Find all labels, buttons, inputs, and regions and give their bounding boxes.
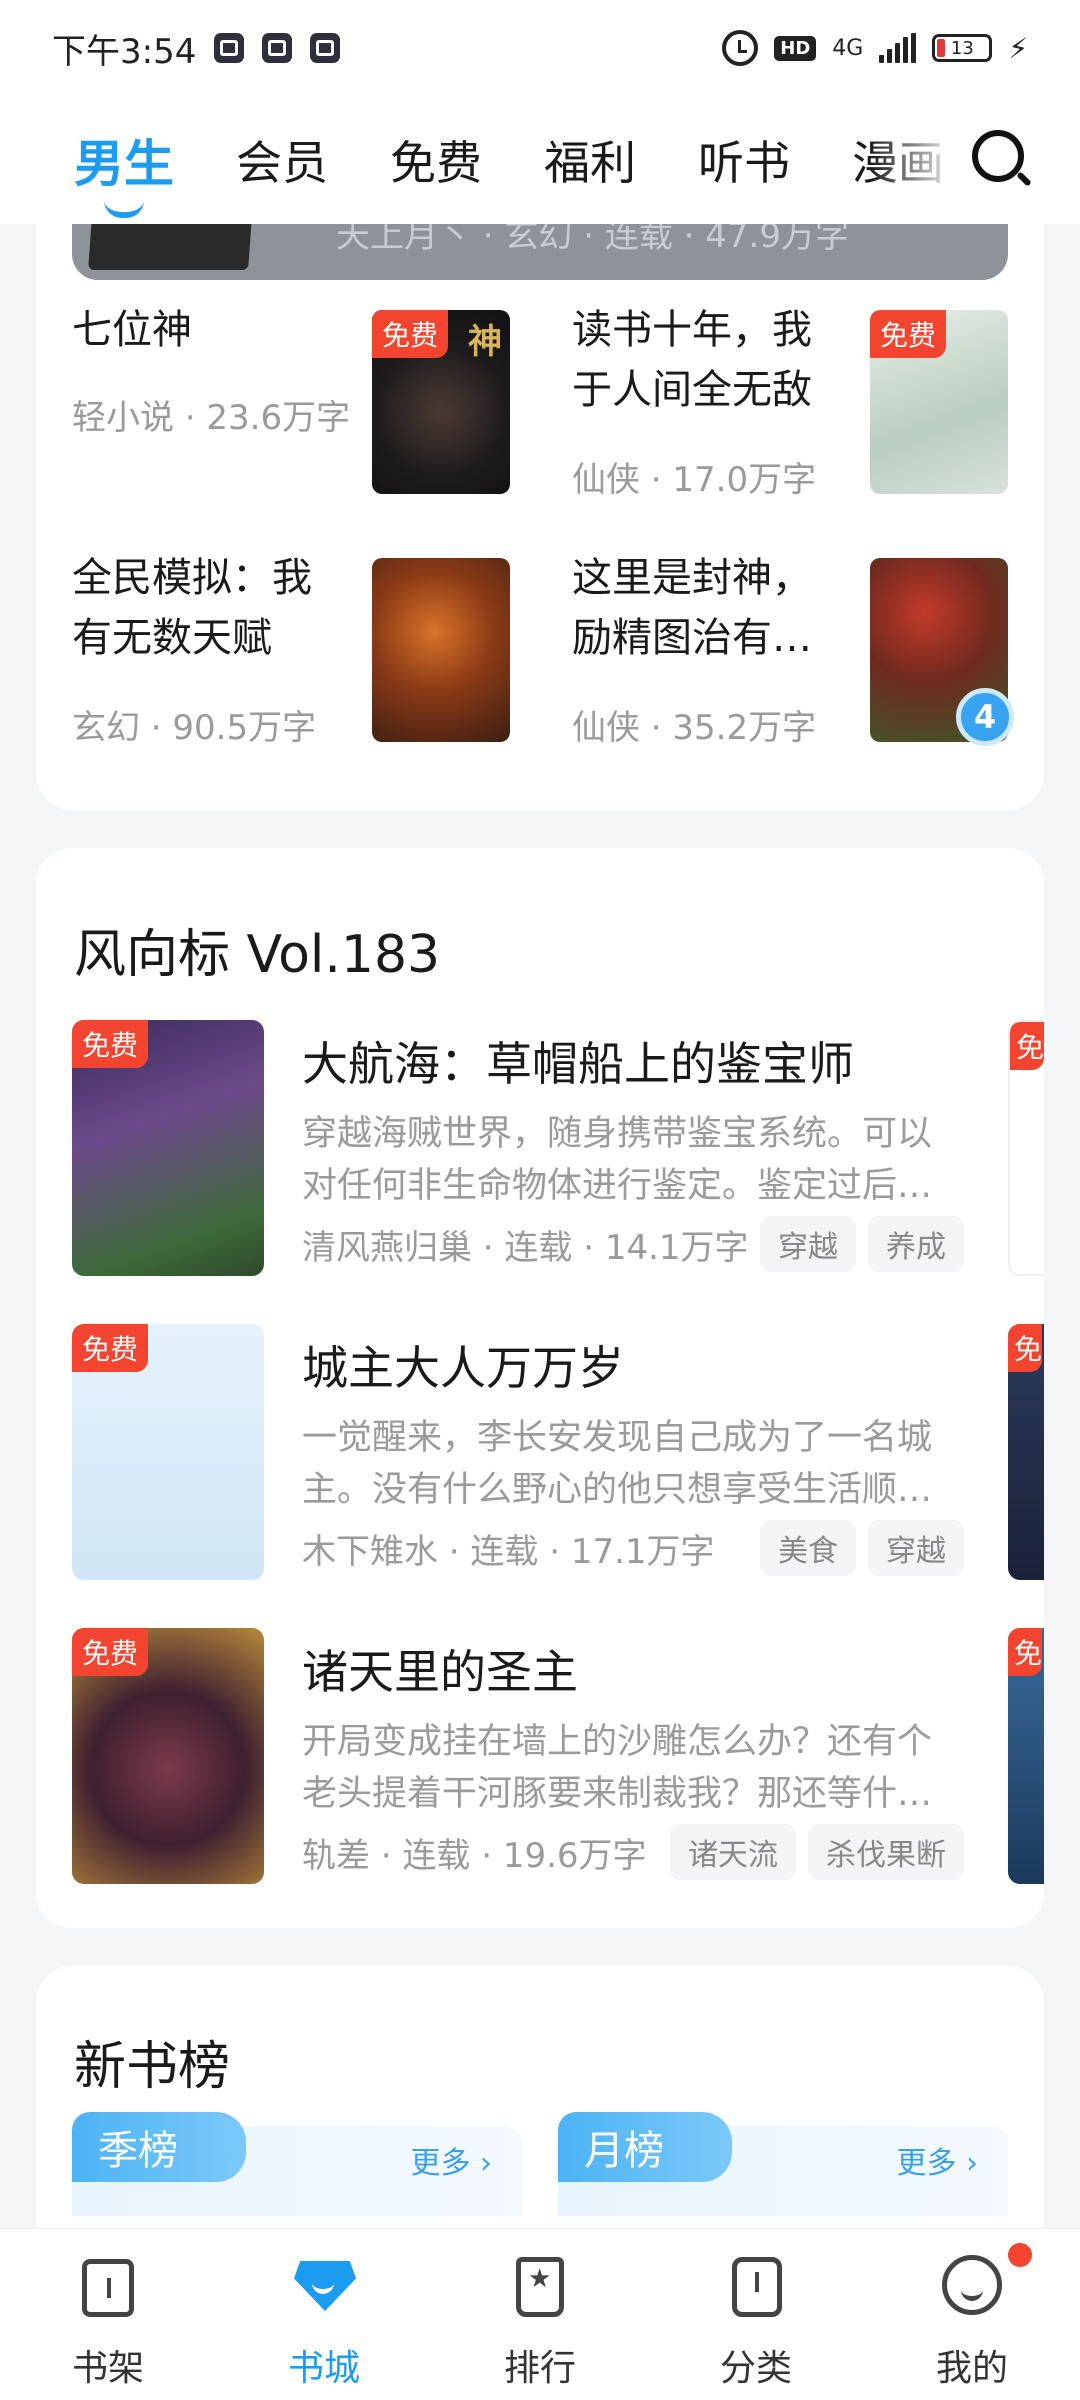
tab-audiobook[interactable]: 听书 xyxy=(698,127,790,193)
nav-label: 书城 xyxy=(287,2348,360,2389)
book-meta: 木下雉水 · 连载 · 17.1万字 xyxy=(302,1532,715,1572)
book-meta: 轻小说 · 23.6万字 xyxy=(72,398,351,438)
section-title: 新书榜 xyxy=(74,2037,231,2097)
bookshelf-icon xyxy=(76,2253,140,2317)
book-description: 开局变成挂在墙上的沙雕怎么办？还有个老头提着干河豚要来制裁我？那还等什… xyxy=(302,1722,933,1814)
nav-label: 我的 xyxy=(935,2348,1008,2389)
season-board[interactable]: 季榜 更多 › xyxy=(72,2112,522,2216)
nav-label: 书架 xyxy=(71,2348,144,2389)
status-bar: 下午3:54 HD 4G 13 ⚡ xyxy=(0,0,1080,96)
hd-icon: HD xyxy=(774,35,817,61)
month-board[interactable]: 月榜 更多 › xyxy=(558,2112,1008,2216)
notification-dot xyxy=(1008,2243,1032,2267)
next-book-cover[interactable]: 免 xyxy=(1008,1020,1044,1276)
section-title: 风向标 Vol.183 xyxy=(74,925,441,985)
book-description: 穿越海贼世界，随身携带鉴宝系统。可以对任何非生命物体进行鉴定。鉴定过后，生… xyxy=(302,1114,933,1206)
tab-vip[interactable]: 会员 xyxy=(236,127,328,193)
app-notification-icon xyxy=(262,33,293,63)
book-title: 这里是封神，励精图治有… xyxy=(572,555,812,661)
tag[interactable]: 杀伐果断 xyxy=(808,1824,964,1880)
book-cover[interactable]: 免费 xyxy=(870,310,1008,494)
book-cover[interactable] xyxy=(372,558,510,742)
tab-male[interactable]: 男生 xyxy=(74,124,174,196)
count-badge: 4 xyxy=(956,688,1014,746)
board-label: 月榜 xyxy=(558,2112,732,2182)
book-title: 全民模拟：我有无数天赋 xyxy=(72,555,312,661)
nav-ranking[interactable]: 排行 xyxy=(432,2229,648,2400)
signal-icon xyxy=(879,33,917,63)
book-title: 城主大人万万岁 xyxy=(302,1341,624,1395)
nav-bookshelf[interactable]: 书架 xyxy=(0,2229,216,2400)
tab-free[interactable]: 免费 xyxy=(390,127,482,193)
tag[interactable]: 养成 xyxy=(868,1216,964,1272)
list-item[interactable]: 免费 诸天里的圣主 开局变成挂在墙上的沙雕怎么办？还有个老头提着干河豚要来制裁我… xyxy=(36,1628,1044,1888)
book-meta: 仙侠 · 35.2万字 xyxy=(572,708,817,748)
next-book-cover[interactable]: 免 xyxy=(1008,1628,1044,1884)
free-badge: 免费 xyxy=(72,1324,149,1372)
tag[interactable]: 穿越 xyxy=(760,1216,856,1272)
free-badge: 免费 xyxy=(72,1020,149,1068)
book-meta: 仙侠 · 17.0万字 xyxy=(572,460,817,500)
free-badge: 免费 xyxy=(372,310,449,358)
more-link[interactable]: 更多 › xyxy=(410,2138,492,2182)
screen: 下午3:54 HD 4G 13 ⚡ 男生 会员 免费 福利 听书 漫画 天上月丶… xyxy=(0,0,1080,2400)
charging-icon: ⚡ xyxy=(1008,31,1028,65)
nav-label: 排行 xyxy=(503,2348,576,2389)
nav-profile[interactable]: 我的 xyxy=(864,2229,1080,2400)
network-label: 4G xyxy=(832,35,864,61)
book-meta: 玄幻 · 90.5万字 xyxy=(72,708,317,748)
book-title: 读书十年，我于人间全无敌 xyxy=(572,307,812,413)
book-title: 大航海：草帽船上的鉴宝师 xyxy=(302,1037,854,1091)
list-item[interactable]: 免费 大航海：草帽船上的鉴宝师 穿越海贼世界，随身携带鉴宝系统。可以对任何非生命… xyxy=(36,1020,1044,1280)
book-cover: 免费 xyxy=(72,1628,264,1884)
tag[interactable]: 美食 xyxy=(760,1520,856,1576)
book-meta: 轨差 · 连载 · 19.6万字 xyxy=(302,1836,647,1876)
profile-icon xyxy=(940,2253,1004,2317)
board-label: 季榜 xyxy=(72,2112,246,2182)
nav-category[interactable]: 分类 xyxy=(648,2229,864,2400)
battery-icon: 13 xyxy=(932,34,993,62)
bookstore-icon xyxy=(292,2253,356,2317)
book-title: 七位神 xyxy=(72,307,192,353)
app-notification-icon xyxy=(214,33,245,63)
list-item[interactable]: 免费 城主大人万万岁 一觉醒来，李长安发现自己成为了一名城主。没有什么野心的他只… xyxy=(36,1324,1044,1584)
tag[interactable]: 穿越 xyxy=(868,1520,964,1576)
ranking-icon xyxy=(508,2253,572,2317)
more-link[interactable]: 更多 › xyxy=(896,2138,978,2182)
book-cover: 免费 xyxy=(72,1020,264,1276)
book-meta: 清风燕归巢 · 连载 · 14.1万字 xyxy=(302,1228,749,1268)
alarm-icon xyxy=(722,30,759,66)
trend-card: 风向标 Vol.183 免费 大航海：草帽船上的鉴宝师 穿越海贼世界，随身携带鉴… xyxy=(36,848,1044,1928)
book-title: 诸天里的圣主 xyxy=(302,1645,578,1699)
next-book-cover[interactable]: 免 xyxy=(1008,1324,1044,1580)
recommend-card: 天上月丶 · 玄幻 · 连载 · 47.9万字 七位神 轻小说 · 23.6万字… xyxy=(36,190,1044,810)
top-tabs: 男生 会员 免费 福利 听书 漫画 xyxy=(0,96,1080,224)
book-description: 一觉醒来，李长安发现自己成为了一名城主。没有什么野心的他只想享受生活顺… xyxy=(302,1418,933,1510)
tag[interactable]: 诸天流 xyxy=(670,1824,796,1880)
nav-label: 分类 xyxy=(719,2348,792,2389)
free-badge: 免费 xyxy=(870,310,947,358)
free-badge: 免费 xyxy=(72,1628,149,1676)
book-cover: 免费 xyxy=(72,1324,264,1580)
search-icon[interactable] xyxy=(966,124,1036,194)
app-notification-icon xyxy=(310,33,341,63)
bottom-nav: 书架 书城 排行 分类 我的 xyxy=(0,2228,1080,2400)
category-icon xyxy=(724,2253,788,2317)
tab-welfare[interactable]: 福利 xyxy=(544,127,636,193)
status-time: 下午3:54 xyxy=(52,31,197,72)
nav-bookstore[interactable]: 书城 xyxy=(216,2229,432,2400)
book-cover[interactable]: 免费 神 xyxy=(372,310,510,494)
battery-level: 13 xyxy=(950,37,974,59)
